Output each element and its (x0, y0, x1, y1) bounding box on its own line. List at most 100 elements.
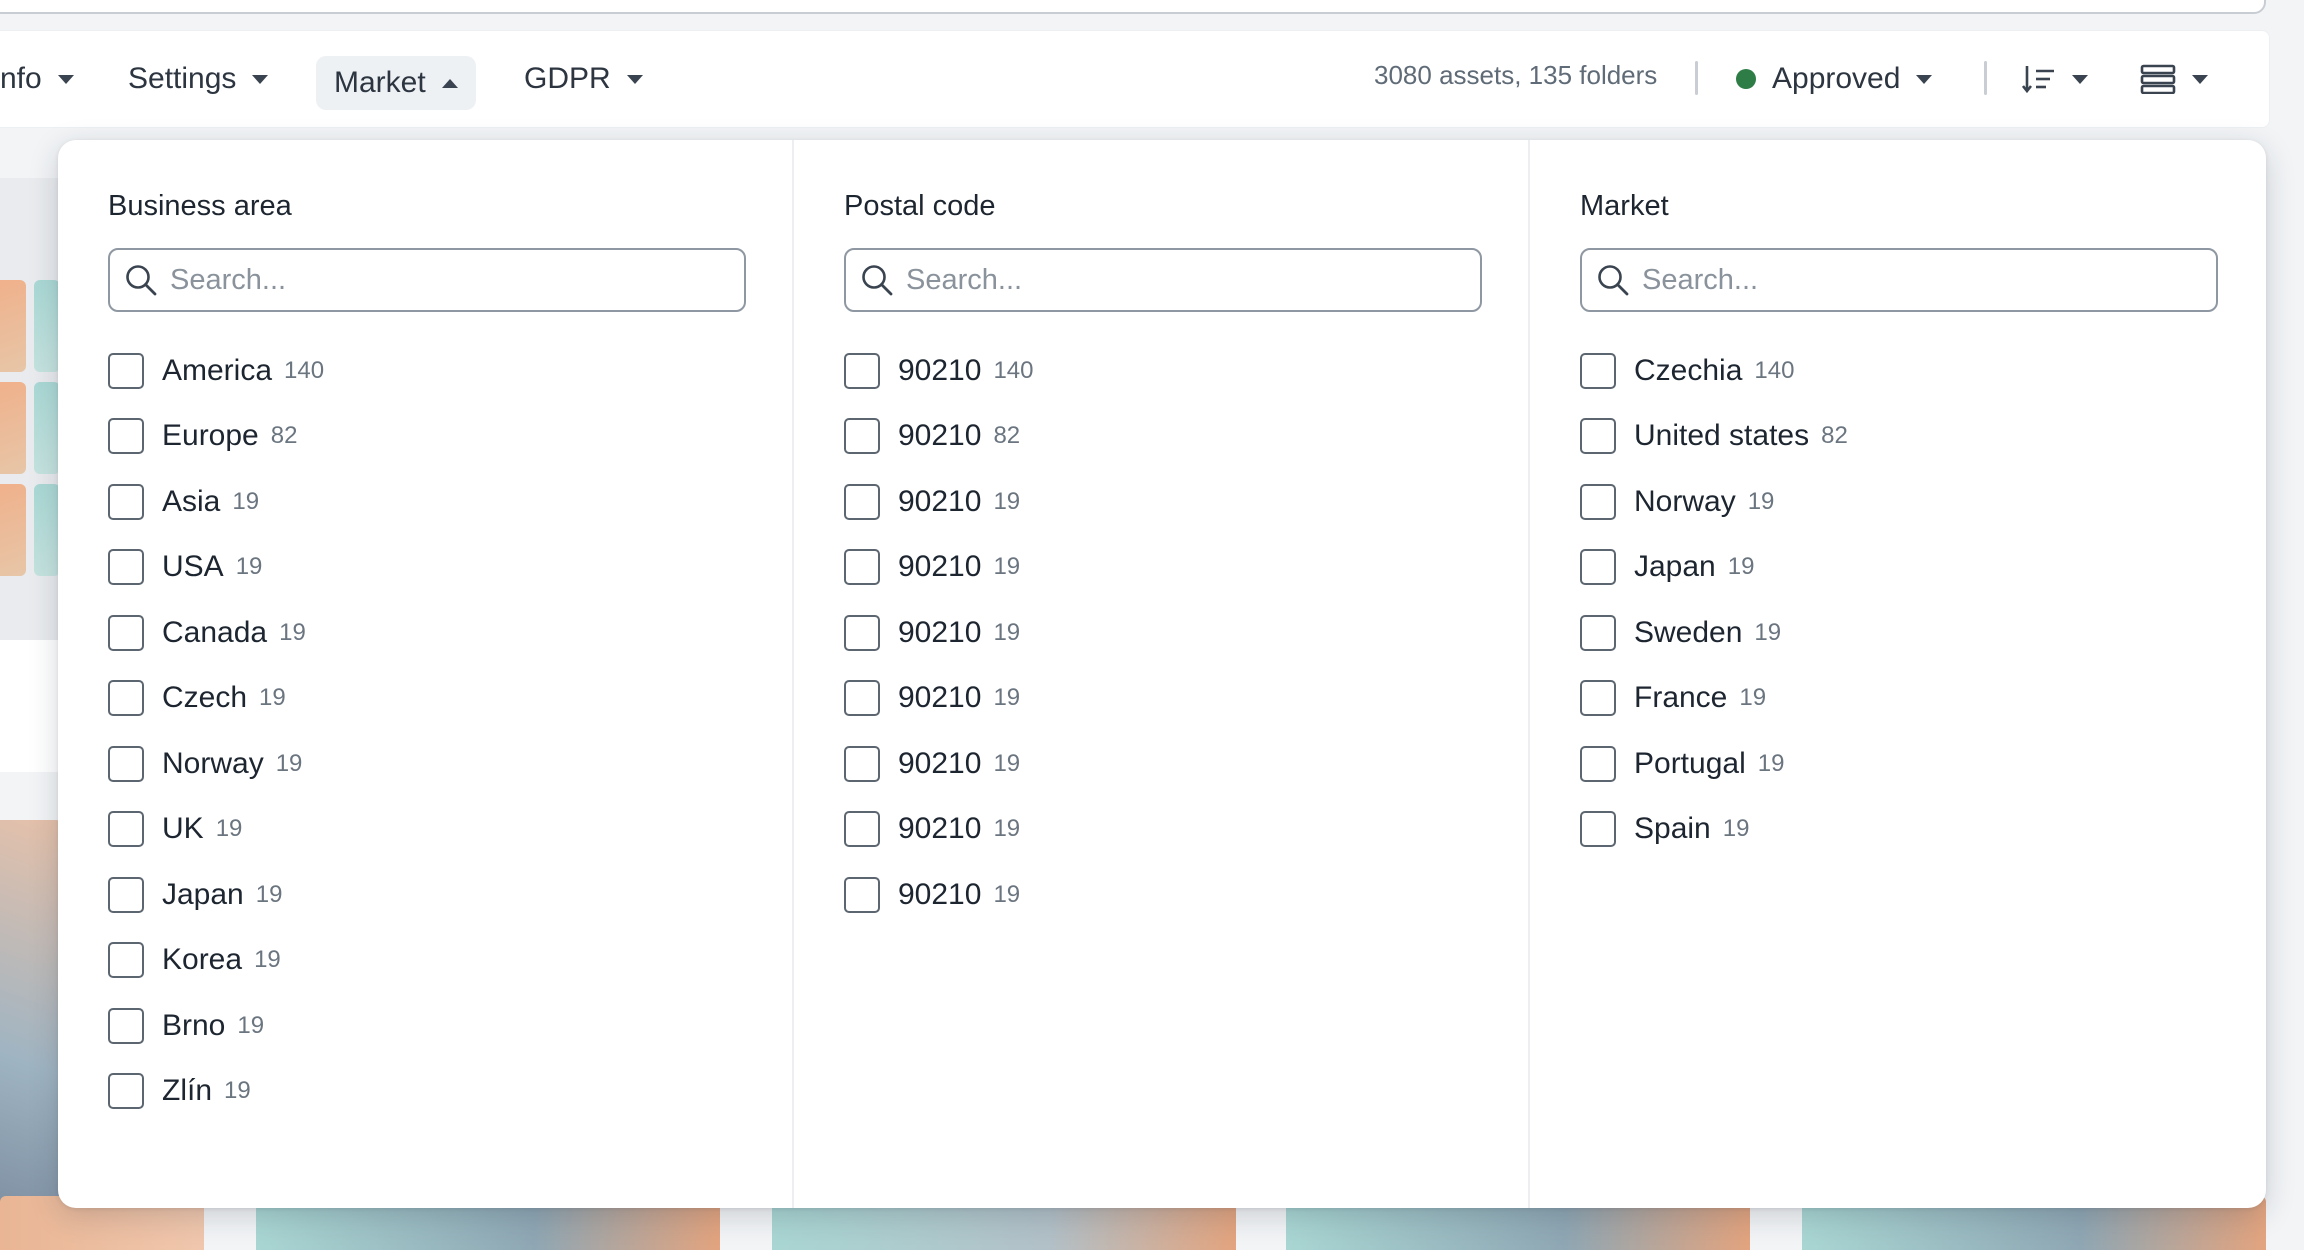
filter-option[interactable]: Japan 19 (1580, 535, 2266, 601)
checkbox[interactable] (844, 549, 880, 586)
filter-option[interactable]: 90210 140 (844, 338, 1528, 404)
option-count: 19 (993, 618, 1021, 646)
filter-column-market: Market Czechia 140 United states 82 Norway 19… (1530, 140, 2266, 1208)
option-label: 90210 (898, 681, 982, 715)
checkbox[interactable] (108, 1073, 144, 1110)
filter-column-postal-code: Postal code 90210 140 90210 82 90210 19 90210 1… (794, 140, 1530, 1208)
checkbox[interactable] (1580, 745, 1616, 782)
checkbox[interactable] (1580, 614, 1616, 651)
filter-option[interactable]: Norway 19 (1580, 469, 2266, 535)
filter-settings-button[interactable]: Settings (110, 56, 286, 102)
filter-option[interactable]: Sweden 19 (1580, 600, 2266, 666)
filter-market-button[interactable]: Market (316, 56, 476, 110)
checkbox[interactable] (108, 352, 144, 389)
checkbox[interactable] (1580, 418, 1616, 455)
sort-lines-icon (2022, 66, 2054, 94)
filter-option[interactable]: 90210 19 (844, 535, 1528, 601)
checkbox[interactable] (108, 1007, 144, 1044)
filter-option[interactable]: Czechia 140 (1580, 338, 2266, 404)
option-count: 140 (1754, 356, 1795, 384)
checkbox[interactable] (1580, 549, 1616, 586)
option-label: UK (162, 812, 204, 846)
filter-info-button[interactable]: nfo (0, 56, 92, 102)
option-count: 19 (993, 880, 1021, 908)
option-count: 19 (279, 618, 306, 646)
search-input[interactable] (906, 263, 1466, 297)
filter-option[interactable]: 90210 19 (844, 469, 1528, 535)
view-mode-button[interactable] (2122, 56, 2226, 102)
filter-option[interactable]: America 140 (108, 338, 792, 404)
status-filter-button[interactable]: Approved (1718, 56, 1950, 102)
filter-option[interactable]: Norway 19 (108, 731, 792, 797)
filter-option[interactable]: 90210 19 (844, 600, 1528, 666)
checkbox[interactable] (108, 418, 144, 455)
option-count: 19 (224, 1077, 251, 1105)
checkbox[interactable] (108, 549, 144, 586)
filter-option[interactable]: Europe 82 (108, 404, 792, 470)
asset-thumbnail (0, 382, 26, 474)
filter-option[interactable]: Brno 19 (108, 993, 792, 1059)
checkbox[interactable] (108, 876, 144, 913)
top-search-field[interactable] (0, 0, 2266, 14)
filter-option[interactable]: 90210 82 (844, 404, 1528, 470)
checkbox[interactable] (1580, 352, 1616, 389)
option-label: Portugal (1634, 746, 1746, 780)
filter-option[interactable]: USA 19 (108, 535, 792, 601)
checkbox[interactable] (1580, 680, 1616, 717)
asset-count: 3080 assets, 135 folders (1374, 60, 1658, 90)
checkbox[interactable] (108, 811, 144, 848)
option-label: France (1634, 681, 1728, 715)
checkbox[interactable] (844, 811, 880, 848)
option-count: 19 (1754, 618, 1782, 646)
checkbox[interactable] (108, 680, 144, 717)
filter-option[interactable]: Korea 19 (108, 928, 792, 994)
checkbox[interactable] (108, 942, 144, 979)
option-list: America 140 Europe 82 Asia 19 USA 19 Canada 19 Cze… (108, 338, 792, 1124)
filter-option[interactable]: United states 82 (1580, 404, 2266, 470)
filter-option[interactable]: Portugal 19 (1580, 731, 2266, 797)
checkbox[interactable] (108, 745, 144, 782)
option-count: 19 (993, 815, 1021, 843)
filter-option[interactable]: Zlín 19 (108, 1059, 792, 1125)
checkbox[interactable] (108, 614, 144, 651)
toolbar-divider (1984, 61, 1987, 95)
option-label: 90210 (898, 550, 982, 584)
search-input[interactable] (170, 263, 730, 297)
option-count: 82 (270, 422, 298, 450)
search-field[interactable] (844, 248, 1482, 312)
column-title: Postal code (844, 190, 996, 222)
filter-option[interactable]: Canada 19 (108, 600, 792, 666)
filter-option[interactable]: Spain 19 (1580, 797, 2266, 863)
search-field[interactable] (1580, 248, 2218, 312)
checkbox[interactable] (844, 483, 880, 520)
option-label: America (162, 353, 273, 387)
option-label: Czechia (1634, 353, 1743, 387)
checkbox[interactable] (844, 680, 880, 717)
filter-option[interactable]: Asia 19 (108, 469, 792, 535)
checkbox[interactable] (108, 483, 144, 520)
search-input[interactable] (1642, 263, 2202, 297)
filter-option[interactable]: 90210 19 (844, 862, 1528, 928)
filter-option[interactable]: Czech 19 (108, 666, 792, 732)
checkbox[interactable] (844, 352, 880, 389)
search-field[interactable] (108, 248, 746, 312)
option-label: 90210 (898, 746, 982, 780)
checkbox[interactable] (844, 745, 880, 782)
checkbox[interactable] (844, 876, 880, 913)
option-label: Norway (162, 746, 264, 780)
checkbox[interactable] (844, 614, 880, 651)
sort-button[interactable] (2004, 56, 2106, 102)
filter-option[interactable]: Japan 19 (108, 862, 792, 928)
filter-option[interactable]: France 19 (1580, 666, 2266, 732)
checkbox[interactable] (844, 418, 880, 455)
filter-option[interactable]: UK 19 (108, 797, 792, 863)
asset-thumbnail (0, 484, 26, 576)
filter-option[interactable]: 90210 19 (844, 797, 1528, 863)
filter-option[interactable]: 90210 19 (844, 731, 1528, 797)
checkbox[interactable] (1580, 483, 1616, 520)
filter-gdpr-button[interactable]: GDPR (506, 56, 661, 102)
checkbox[interactable] (1580, 811, 1616, 848)
filter-gdpr-label: GDPR (524, 62, 611, 95)
filter-option[interactable]: 90210 19 (844, 666, 1528, 732)
asset-thumbnail (34, 382, 60, 474)
